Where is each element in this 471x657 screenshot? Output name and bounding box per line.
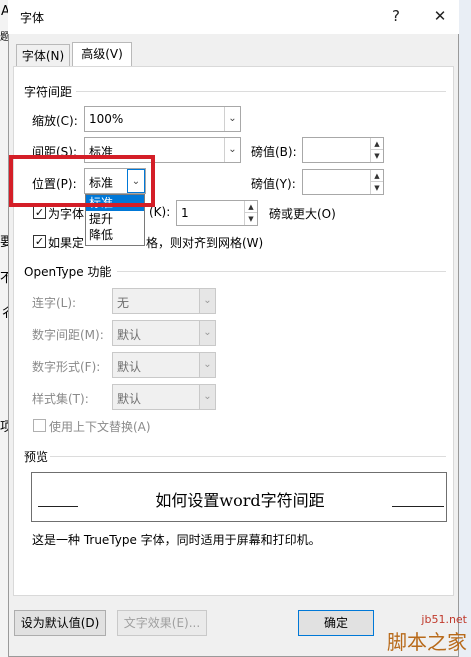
spin-down-icon[interactable]: ▼: [371, 150, 383, 162]
set-default-button[interactable]: 设为默认值(D): [14, 610, 106, 636]
kerning-spinner[interactable]: 1 ▲ ▼: [176, 200, 258, 226]
preview-baseline-right: [392, 506, 444, 507]
position-points-label: 磅值(Y):: [251, 177, 296, 191]
number-forms-label: 数字形式(F):: [32, 360, 101, 374]
spin-down-icon[interactable]: ▼: [371, 182, 383, 194]
preview-sample-text: 如何设置word字符间距: [155, 491, 325, 510]
dropdown-option[interactable]: 降低: [86, 227, 144, 243]
section-divider: [76, 91, 446, 92]
section-title-opentype: OpenType 功能: [24, 265, 112, 279]
chevron-down-icon[interactable]: ⌄: [224, 107, 240, 131]
number-forms-combo[interactable]: 默认 ⌄: [112, 352, 216, 378]
kerning-suffix: 磅或更大(O): [269, 207, 336, 221]
chevron-down-icon: ⌄: [199, 385, 215, 409]
snap-to-grid-label-start: 如果定: [48, 236, 85, 250]
number-spacing-label: 数字间距(M):: [32, 328, 104, 342]
scale-value: 100%: [89, 112, 124, 126]
tab-advanced[interactable]: 高级(V): [72, 42, 132, 67]
chevron-down-icon[interactable]: ⌄: [224, 138, 240, 162]
section-divider: [50, 456, 446, 457]
position-points-spinner[interactable]: ▲ ▼: [302, 169, 384, 195]
background-document-right: [459, 0, 471, 657]
ok-button[interactable]: 确定: [298, 610, 374, 636]
watermark-brand: 脚本之家: [387, 630, 467, 654]
preview-description: 这是一种 TrueType 字体，同时适用于屏幕和打印机。: [32, 533, 321, 547]
dropdown-option[interactable]: 提升: [86, 211, 144, 227]
spin-down-icon[interactable]: ▼: [245, 213, 257, 225]
help-button[interactable]: ?: [381, 3, 411, 29]
snap-to-grid-checkbox[interactable]: ✓: [33, 235, 46, 248]
kerning-label-start: 为字体: [48, 207, 85, 221]
spin-up-icon[interactable]: ▲: [371, 138, 383, 150]
section-title-preview: 预览: [24, 450, 49, 464]
spacing-points-label: 磅值(B):: [251, 145, 297, 159]
scale-label: 缩放(C):: [32, 114, 78, 128]
ligature-combo[interactable]: 无 ⌄: [112, 288, 216, 314]
watermark-site: jb51.net: [421, 613, 467, 626]
chevron-down-icon: ⌄: [199, 353, 215, 377]
contextual-alternates-label: 使用上下文替换(A): [49, 420, 151, 434]
dialog-title: 字体: [20, 11, 45, 25]
spin-up-icon[interactable]: ▲: [371, 170, 383, 182]
stylistic-sets-label: 样式集(T):: [32, 392, 89, 406]
scale-combo[interactable]: 100% ⌄: [84, 106, 241, 132]
ligature-label: 连字(L):: [32, 296, 77, 310]
spin-up-icon[interactable]: ▲: [245, 201, 257, 213]
section-title-character-spacing: 字符间距: [24, 85, 73, 99]
highlight-box: [9, 155, 155, 207]
tab-font[interactable]: 字体(N): [16, 44, 70, 67]
contextual-alternates-checkbox[interactable]: [33, 419, 46, 432]
chevron-down-icon: ⌄: [199, 289, 215, 313]
spacing-points-spinner[interactable]: ▲ ▼: [302, 137, 384, 163]
chevron-down-icon: ⌄: [199, 321, 215, 345]
snap-to-grid-label-end: 格，则对齐到网格(W): [146, 236, 264, 250]
preview-box: 如何设置word字符间距: [31, 472, 447, 522]
text-effects-button[interactable]: 文字效果(E)...: [117, 610, 207, 636]
section-divider: [117, 271, 446, 272]
kerning-label-shortcut: (K):: [149, 205, 171, 219]
stylistic-sets-combo[interactable]: 默认 ⌄: [112, 384, 216, 410]
number-spacing-combo[interactable]: 默认 ⌄: [112, 320, 216, 346]
kerning-checkbox[interactable]: ✓: [33, 206, 46, 219]
close-button[interactable]: ✕: [425, 3, 455, 29]
watermark: jb51.net 脚本之家: [387, 613, 467, 655]
kerning-value: 1: [181, 206, 189, 220]
